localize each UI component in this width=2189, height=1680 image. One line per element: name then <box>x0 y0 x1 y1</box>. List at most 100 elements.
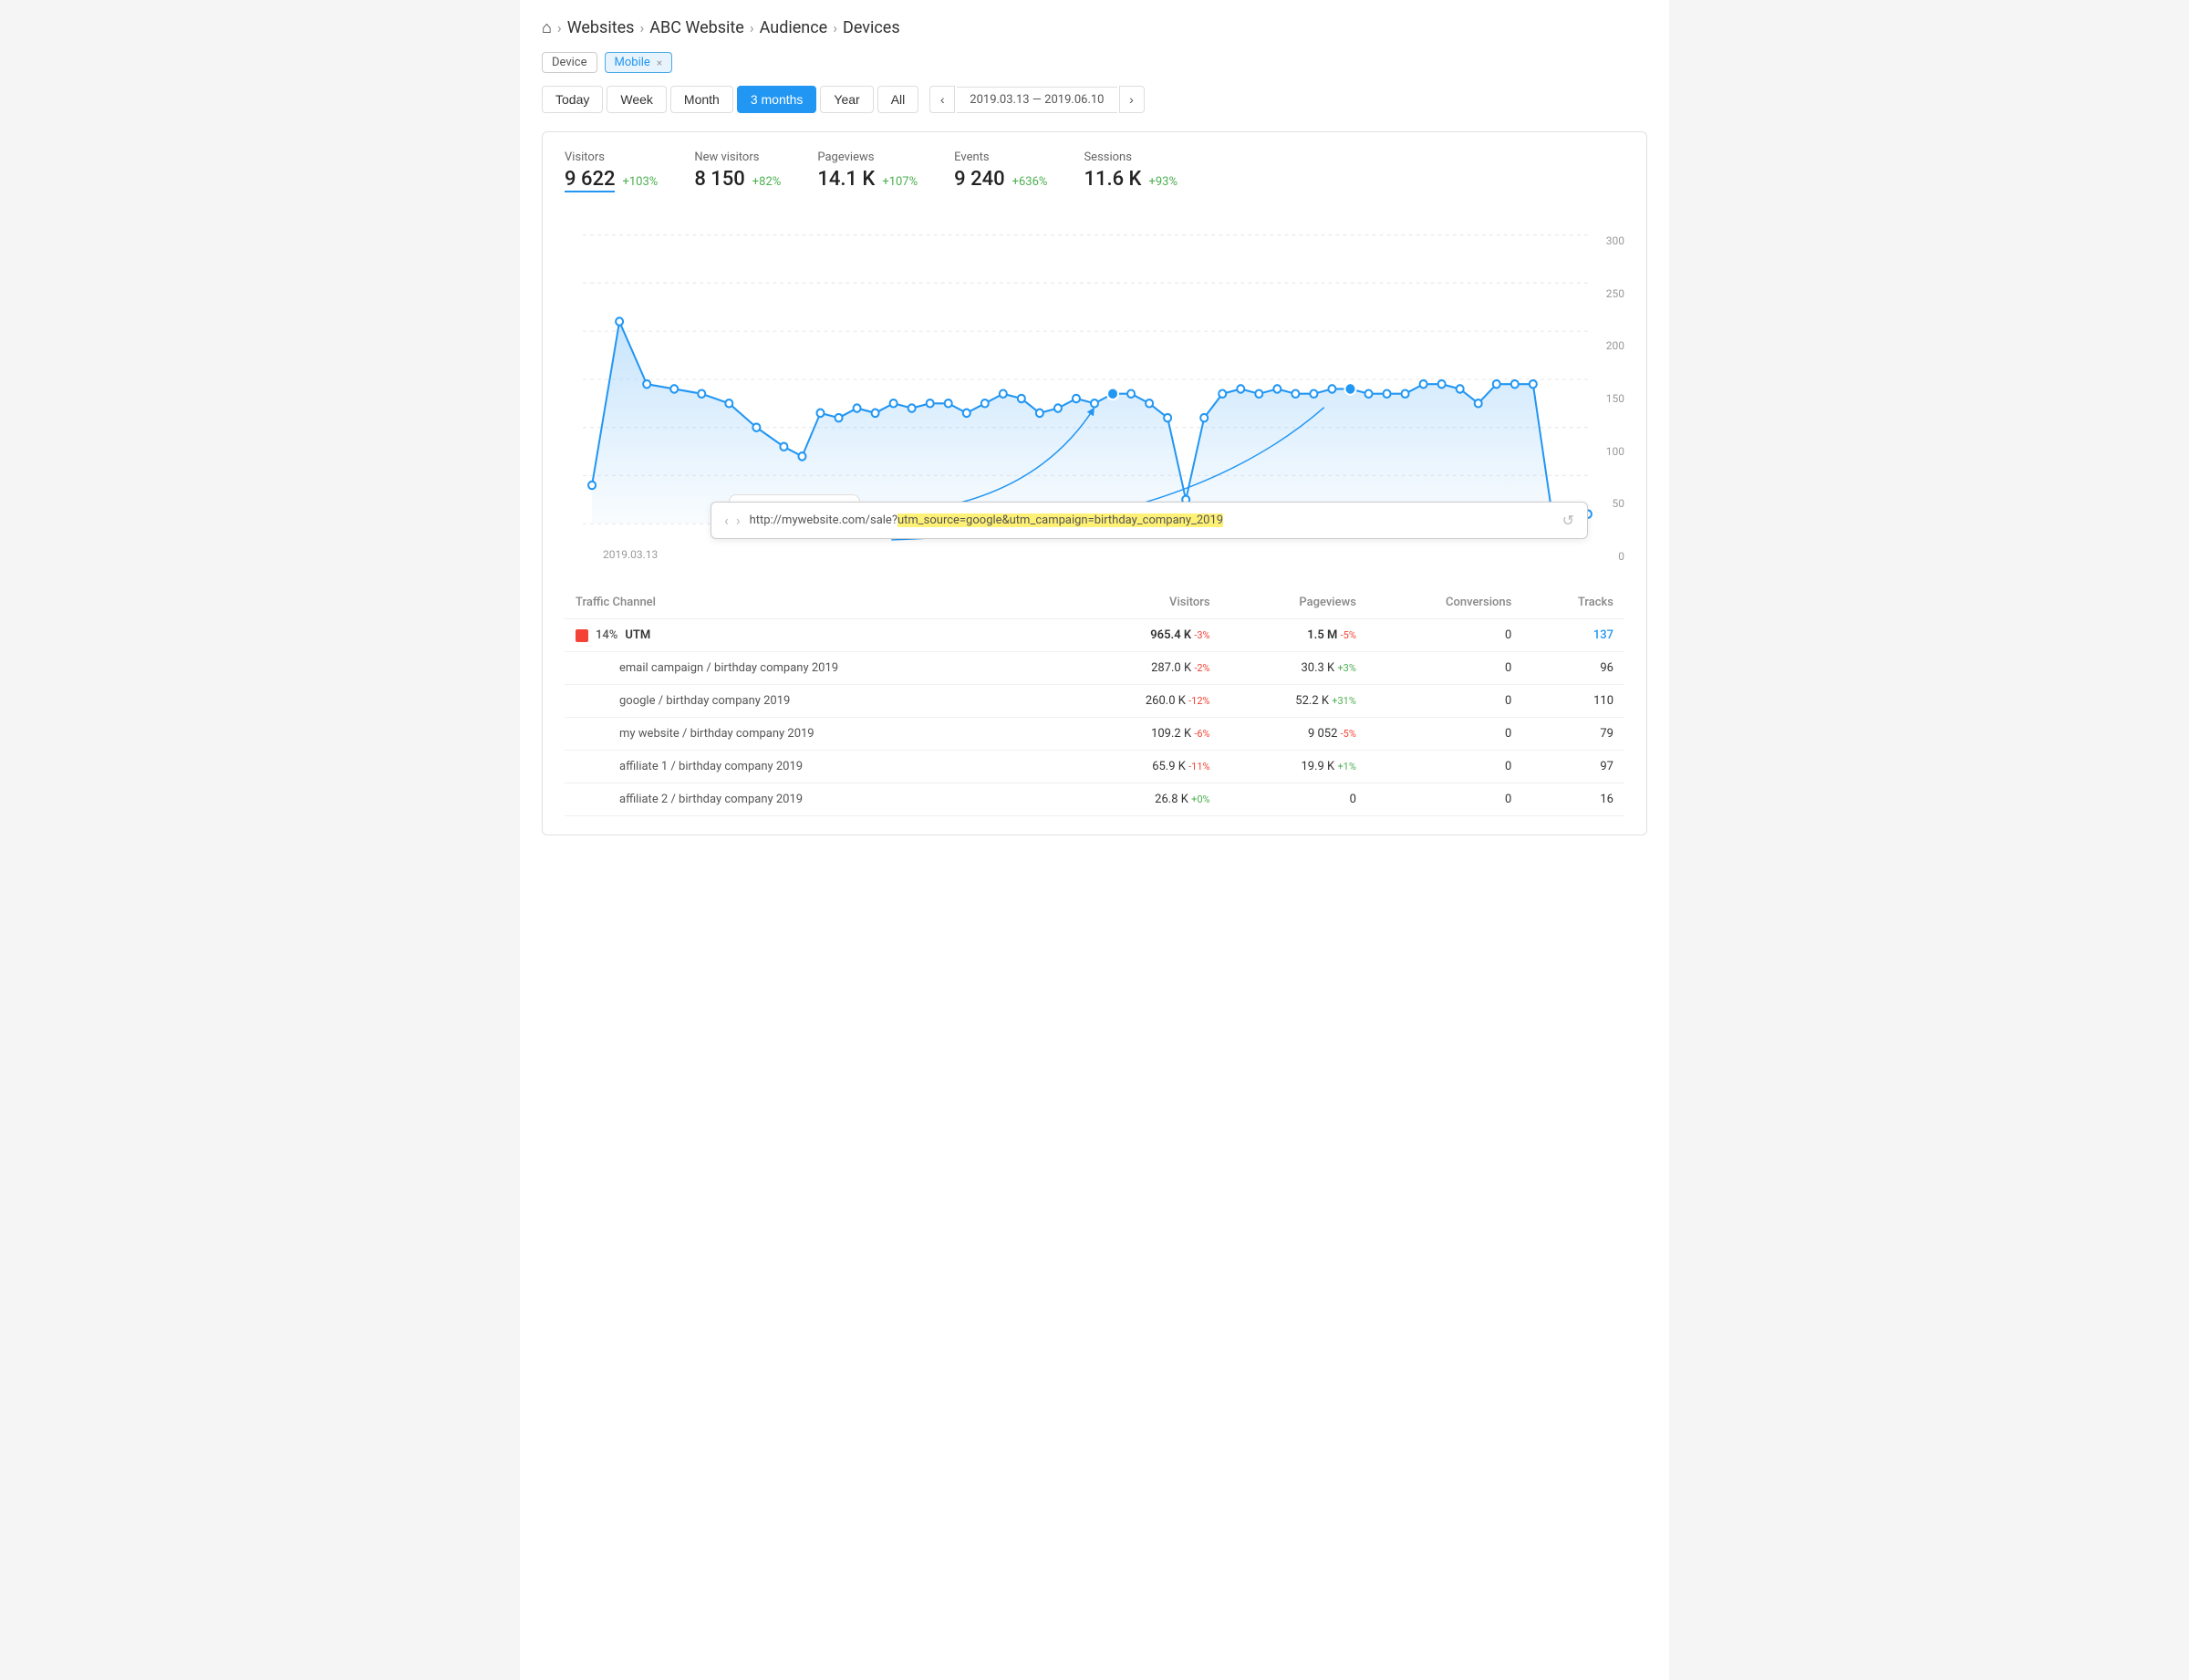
td-sub-pageviews: 52.2 K +31% <box>1221 685 1367 718</box>
td-sub-conversions: 0 <box>1367 718 1522 751</box>
channel-pct: 14% <box>596 628 617 642</box>
nav-prev[interactable]: ‹ <box>929 86 955 113</box>
th-pageviews: Pageviews <box>1221 586 1367 619</box>
date-nav: ‹ 2019.03.13 — 2019.06.10 › <box>929 86 1144 113</box>
td-sub-visitors: 287.0 K -2% <box>1068 652 1221 685</box>
nav-next[interactable]: › <box>1119 86 1145 113</box>
stat-sessions-change: +93% <box>1148 175 1177 189</box>
td-sub-tracks: 97 <box>1522 751 1624 783</box>
stat-pageviews-label: Pageviews <box>817 150 918 164</box>
stat-events-value: 9 240 <box>954 168 1004 191</box>
td-channel-cell: 14% UTM <box>565 619 1068 652</box>
url-nav: ‹ › <box>724 512 741 529</box>
stat-visitors: Visitors 9 622 +103% <box>565 150 658 192</box>
stat-pageviews: Pageviews 14.1 K +107% <box>817 150 918 192</box>
url-reload-icon[interactable]: ↺ <box>1562 512 1574 529</box>
table-sub-row: affiliate 1 / birthday company 2019 65.9… <box>565 751 1624 783</box>
breadcrumb-sep-1: › <box>557 19 562 36</box>
page-container: ⌂ › Websites › ABC Website › Audience › … <box>520 0 1669 1680</box>
td-sub-visitors: 65.9 K -11% <box>1068 751 1221 783</box>
table-row: 14% UTM 965.4 K -3% 1.5 M -5% 0 137 <box>565 619 1624 652</box>
stat-visitors-change: +103% <box>622 175 658 189</box>
td-sub-channel: my website / birthday company 2019 <box>565 718 1068 751</box>
stats-row: Visitors 9 622 +103% New visitors 8 150 … <box>565 150 1624 207</box>
td-tracks: 137 <box>1522 619 1624 652</box>
stat-sessions-value: 11.6 K <box>1084 168 1141 191</box>
td-sub-channel: email campaign / birthday company 2019 <box>565 652 1068 685</box>
table-sub-row: my website / birthday company 2019 109.2… <box>565 718 1624 751</box>
td-sub-tracks: 96 <box>1522 652 1624 685</box>
channel-name: UTM <box>625 628 650 642</box>
stat-new-visitors: New visitors 8 150 +82% <box>694 150 781 192</box>
data-table: Traffic Channel Visitors Pageviews Conve… <box>565 586 1624 816</box>
btn-week[interactable]: Week <box>607 86 667 113</box>
breadcrumb-websites[interactable]: Websites <box>567 18 635 37</box>
date-range-label: 2019.03.13 — 2019.06.10 <box>957 87 1116 113</box>
th-tracks: Tracks <box>1522 586 1624 619</box>
filter-row: Device Mobile × <box>542 52 1647 73</box>
stat-new-visitors-change: +82% <box>752 175 782 189</box>
url-prefix: http://mywebsite.com/sale? <box>750 513 897 527</box>
breadcrumb-devices[interactable]: Devices <box>843 18 900 37</box>
url-back-arrow[interactable]: ‹ <box>724 512 729 529</box>
channel-color <box>576 629 588 642</box>
url-bar[interactable]: ‹ › http://mywebsite.com/sale?utm_source… <box>711 502 1588 539</box>
y-axis: 300 250 200 150 100 50 0 <box>1588 225 1624 572</box>
stat-pageviews-change: +107% <box>882 175 918 189</box>
td-sub-visitors: 260.0 K -12% <box>1068 685 1221 718</box>
td-sub-pageviews: 30.3 K +3% <box>1221 652 1367 685</box>
breadcrumb-sep-3: › <box>750 19 754 36</box>
td-sub-conversions: 0 <box>1367 783 1522 816</box>
stat-sessions-label: Sessions <box>1084 150 1177 164</box>
stat-new-visitors-label: New visitors <box>694 150 781 164</box>
td-sub-channel: affiliate 2 / birthday company 2019 <box>565 783 1068 816</box>
breadcrumb-audience[interactable]: Audience <box>760 18 828 37</box>
chart-date-label: 2019.03.13 <box>603 548 658 561</box>
btn-today[interactable]: Today <box>542 86 603 113</box>
stat-sessions: Sessions 11.6 K +93% <box>1084 150 1177 192</box>
btn-year[interactable]: Year <box>820 86 873 113</box>
home-icon[interactable]: ⌂ <box>542 18 552 37</box>
th-channel: Traffic Channel <box>565 586 1068 619</box>
filter-mobile-close[interactable]: × <box>657 57 662 69</box>
th-visitors: Visitors <box>1068 586 1221 619</box>
td-sub-tracks: 79 <box>1522 718 1624 751</box>
table-sub-row: google / birthday company 2019 260.0 K -… <box>565 685 1624 718</box>
table-header-row: Traffic Channel Visitors Pageviews Conve… <box>565 586 1624 619</box>
table-sub-row: affiliate 2 / birthday company 2019 26.8… <box>565 783 1624 816</box>
filter-device: Device <box>542 52 597 73</box>
url-highlighted: utm_source=google&utm_campaign=birthday_… <box>897 513 1223 527</box>
stat-events-label: Events <box>954 150 1047 164</box>
td-sub-pageviews: 0 <box>1221 783 1367 816</box>
td-sub-conversions: 0 <box>1367 751 1522 783</box>
breadcrumb-abc-website[interactable]: ABC Website <box>649 18 744 37</box>
url-forward-arrow[interactable]: › <box>736 512 741 529</box>
td-sub-channel: google / birthday company 2019 <box>565 685 1068 718</box>
td-sub-conversions: 0 <box>1367 652 1522 685</box>
stat-pageviews-value: 14.1 K <box>817 168 875 191</box>
breadcrumb-sep-2: › <box>639 19 644 36</box>
url-text: http://mywebsite.com/sale?utm_source=goo… <box>750 513 1553 527</box>
td-pageviews: 1.5 M -5% <box>1221 619 1367 652</box>
td-sub-pageviews: 9 052 -5% <box>1221 718 1367 751</box>
td-sub-channel: affiliate 1 / birthday company 2019 <box>565 751 1068 783</box>
td-conversions: 0 <box>1367 619 1522 652</box>
td-sub-visitors: 26.8 K +0% <box>1068 783 1221 816</box>
btn-all[interactable]: All <box>877 86 919 113</box>
btn-3months[interactable]: 3 months <box>737 86 817 113</box>
td-sub-pageviews: 19.9 K +1% <box>1221 751 1367 783</box>
stat-visitors-value: 9 622 <box>565 168 615 192</box>
td-sub-conversions: 0 <box>1367 685 1522 718</box>
stat-visitors-label: Visitors <box>565 150 658 164</box>
filter-mobile-label: Mobile <box>615 56 650 69</box>
td-sub-visitors: 109.2 K -6% <box>1068 718 1221 751</box>
stat-events-change: +636% <box>1012 175 1048 189</box>
btn-month[interactable]: Month <box>670 86 733 113</box>
filter-mobile[interactable]: Mobile × <box>605 52 673 73</box>
stat-events: Events 9 240 +636% <box>954 150 1047 192</box>
main-card: Visitors 9 622 +103% New visitors 8 150 … <box>542 131 1647 835</box>
td-visitors: 965.4 K -3% <box>1068 619 1221 652</box>
table-sub-row: email campaign / birthday company 2019 2… <box>565 652 1624 685</box>
th-conversions: Conversions <box>1367 586 1522 619</box>
filter-device-label: Device <box>552 56 587 69</box>
